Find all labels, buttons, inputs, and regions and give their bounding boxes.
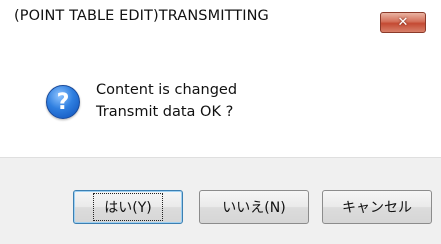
- message-line-1: Content is changed: [96, 82, 238, 98]
- close-icon: ✕: [397, 15, 409, 30]
- no-button[interactable]: いいえ(N): [199, 190, 309, 224]
- question-icon: ?: [46, 85, 80, 119]
- dialog-title: (POINT TABLE EDIT)TRANSMITTING: [14, 8, 269, 24]
- no-button-label: いいえ(N): [222, 200, 286, 216]
- yes-button-label: はい(Y): [93, 193, 163, 221]
- cancel-button[interactable]: キャンセル: [322, 190, 432, 224]
- message-text: Content is changed Transmit data OK ?: [96, 79, 237, 123]
- cancel-button-label: キャンセル: [342, 200, 412, 216]
- message-line-2: Transmit data OK ?: [96, 104, 234, 120]
- close-button[interactable]: ✕: [380, 12, 426, 33]
- yes-button[interactable]: はい(Y): [73, 190, 183, 224]
- title-bar[interactable]: (POINT TABLE EDIT)TRANSMITTING ✕: [0, 0, 441, 34]
